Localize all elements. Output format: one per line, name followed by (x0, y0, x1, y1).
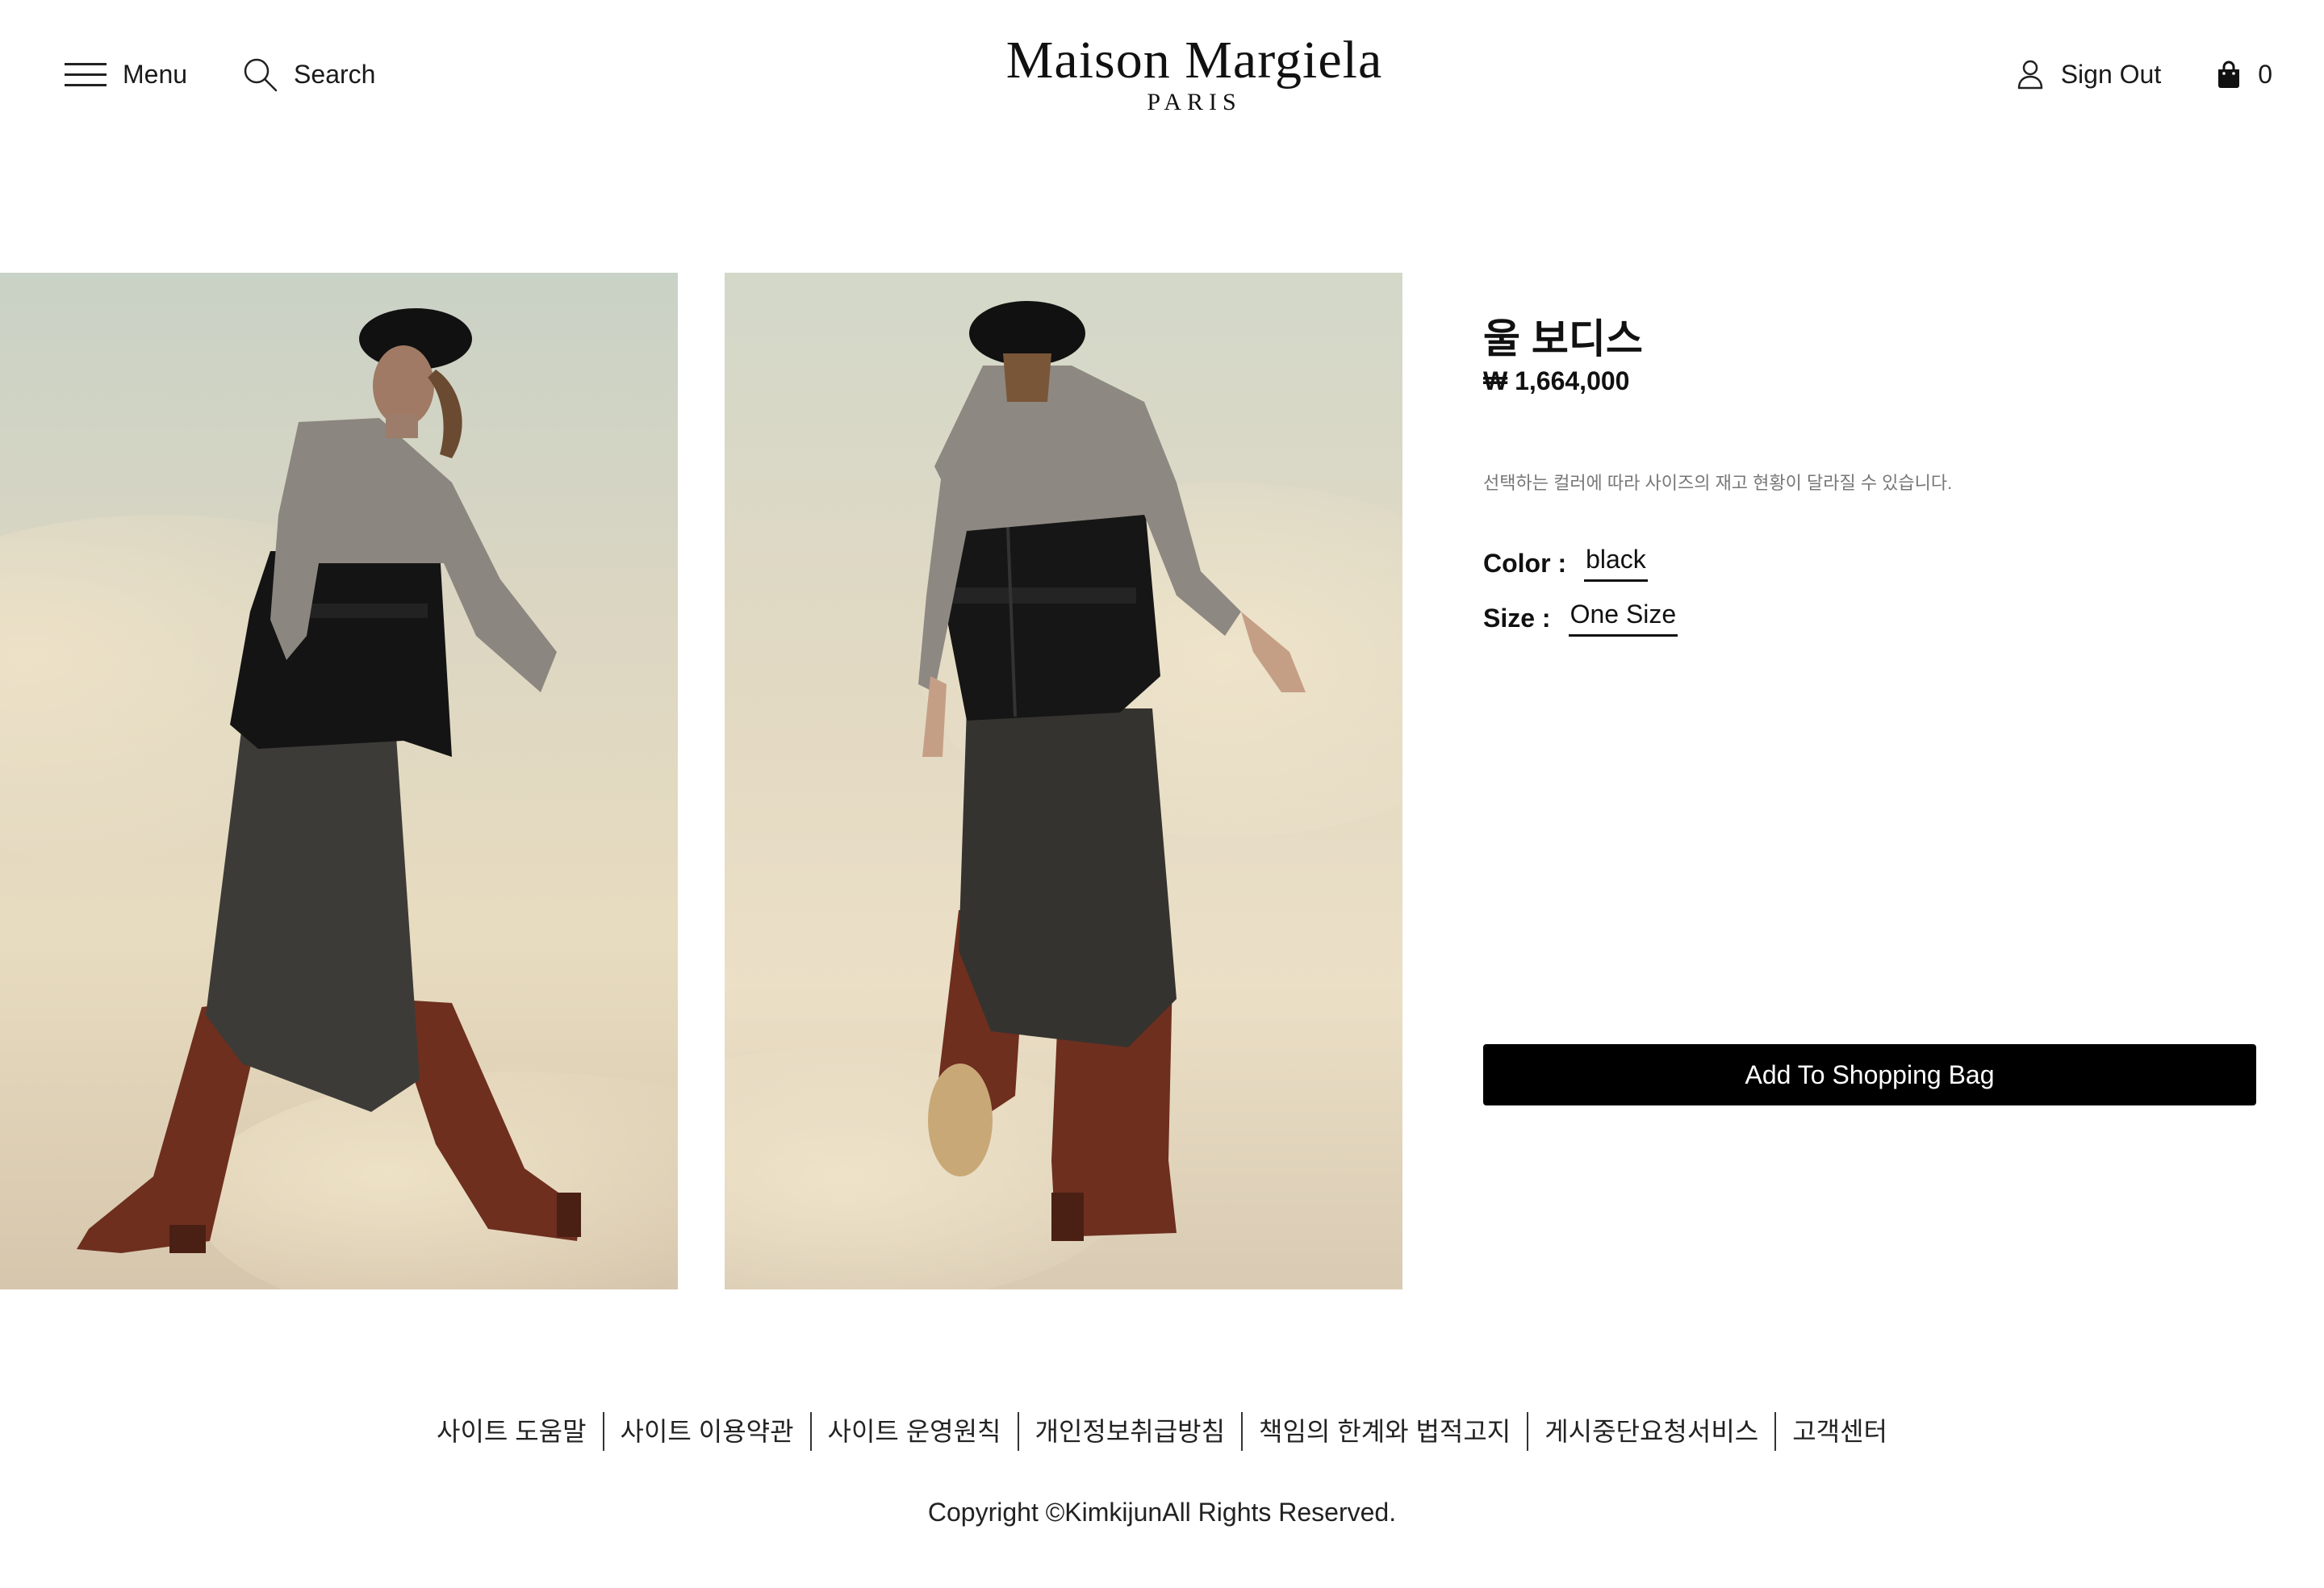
site-header: Menu Search Maison Margiela PARIS Sign O… (0, 0, 2324, 153)
size-selector[interactable]: One Size (1568, 600, 1678, 637)
stock-availability-note: 선택하는 컬러에 따라 사이즈의 재고 현황이 달라질 수 있습니다. (1483, 473, 1953, 493)
product-photo-front-image (0, 273, 678, 1289)
footer-link-terms-of-use[interactable]: 사이트 이용약관 (604, 1412, 810, 1451)
hamburger-menu-icon (65, 60, 107, 89)
footer-link-takedown-request[interactable]: 게시중단요청서비스 (1528, 1412, 1774, 1451)
footer-links: 사이트 도움말 사이트 이용약관 사이트 운영원칙 개인정보취급방침 책임의 한… (0, 1412, 2324, 1451)
brand-logo-wordmark: Maison Margiela (1005, 31, 1383, 90)
footer-link-customer-center[interactable]: 고객센터 (1776, 1412, 1904, 1451)
header-left-group: Menu Search (65, 53, 375, 95)
search-icon (244, 58, 278, 92)
color-selector[interactable]: black (1584, 545, 1648, 582)
product-info-panel: 울 보디스 ₩ 1,664,000 선택하는 컬러에 따라 사이즈의 재고 현황… (1483, 315, 2258, 637)
add-to-shopping-bag-button[interactable]: Add To Shopping Bag (1483, 1044, 2256, 1105)
search-label: Search (294, 59, 376, 89)
search-button[interactable]: Search (242, 56, 375, 92)
copyright-notice: Copyright ©KimkijunAll Rights Reserved. (927, 1498, 1397, 1527)
product-photo-back[interactable] (725, 273, 1402, 1289)
size-option-row: Size : One Size (1483, 600, 2258, 637)
sign-out-button[interactable]: Sign Out (2016, 58, 2162, 90)
product-photo-back-image (725, 273, 1402, 1289)
footer-link-privacy-policy[interactable]: 개인정보취급방침 (1019, 1412, 1242, 1451)
product-price: ₩ 1,664,000 (1483, 366, 1630, 395)
menu-label: Menu (123, 59, 188, 89)
size-label: Size : (1483, 603, 1551, 633)
user-icon (2017, 60, 2042, 90)
bag-count: 0 (2258, 59, 2272, 89)
footer-link-site-help[interactable]: 사이트 도움말 (420, 1412, 603, 1451)
sign-out-label: Sign Out (2060, 59, 2162, 89)
footer-link-operating-principles[interactable]: 사이트 운영원칙 (812, 1412, 1018, 1451)
product-name: 울 보디스 (1483, 316, 1643, 361)
shopping-bag-button[interactable]: 0 (2216, 60, 2272, 90)
product-photo-front[interactable] (0, 273, 678, 1289)
brand-logo[interactable]: Maison Margiela PARIS (1001, 31, 1388, 116)
footer-link-legal-notice[interactable]: 책임의 한계와 법적고지 (1243, 1412, 1527, 1451)
menu-button[interactable]: Menu (65, 60, 187, 90)
color-option-row: Color : black (1483, 545, 2258, 582)
header-right-group: Sign Out 0 (2016, 53, 2272, 95)
brand-logo-city: PARIS (1147, 89, 1242, 115)
shopping-bag-icon (2218, 61, 2240, 88)
color-label: Color : (1483, 548, 1567, 578)
